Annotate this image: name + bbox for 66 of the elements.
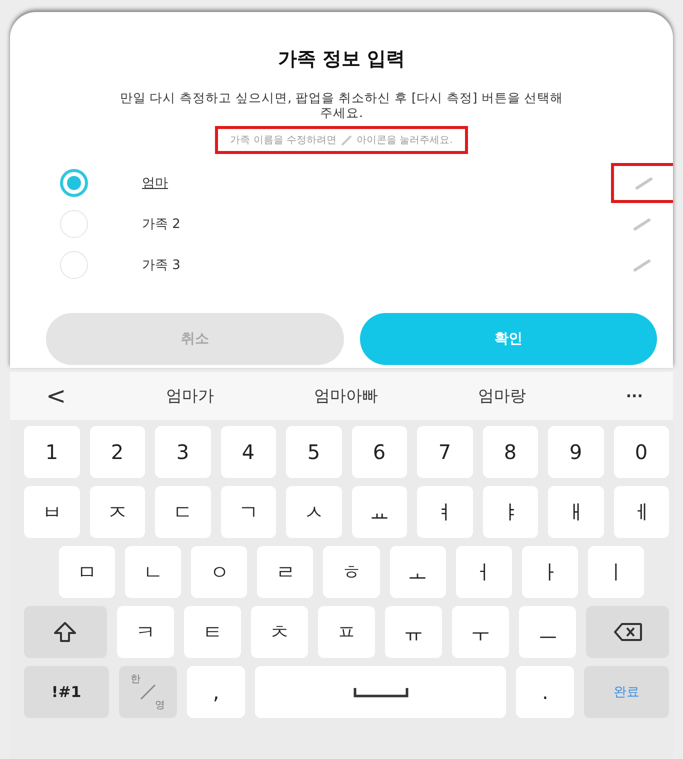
- back-button[interactable]: <: [46, 382, 66, 410]
- key[interactable]: ㅏ: [522, 546, 578, 598]
- key[interactable]: 7: [417, 426, 472, 478]
- key[interactable]: ㅡ: [519, 606, 576, 658]
- pencil-icon: [633, 216, 651, 230]
- space-icon: [352, 686, 409, 698]
- key[interactable]: ㅛ: [352, 486, 407, 538]
- key[interactable]: ㅐ: [548, 486, 604, 538]
- key[interactable]: ㅅ: [286, 486, 342, 538]
- key[interactable]: ,: [186, 666, 246, 718]
- key[interactable]: 0: [614, 426, 669, 478]
- more-button[interactable]: ···: [626, 387, 643, 405]
- pencil-icon: [340, 134, 352, 146]
- key-label: 한: [130, 673, 141, 686]
- key[interactable]: ㅗ: [390, 546, 446, 598]
- member-name: 엄마: [142, 174, 169, 192]
- key[interactable]: .: [516, 666, 574, 718]
- key[interactable]: ㄷ: [155, 486, 210, 538]
- key[interactable]: 3: [155, 426, 210, 478]
- dialog-message: 만일 다시 측정하고 싶으시면, 팝업을 취소하신 후 [다시 측정] 버튼을 선택해 주세요.: [119, 90, 564, 120]
- space-key[interactable]: [255, 666, 506, 718]
- key[interactable]: ㄹ: [257, 546, 314, 598]
- pencil-icon: [633, 258, 651, 272]
- key[interactable]: ㅜ: [452, 606, 510, 658]
- key[interactable]: 1: [24, 426, 80, 478]
- radio-button[interactable]: [60, 168, 88, 196]
- key[interactable]: 9: [548, 426, 604, 478]
- symbol-key[interactable]: !#1: [24, 666, 109, 718]
- hint-text: 아이콘을 눌러주세요.: [356, 134, 453, 147]
- hint-text: 가족 이름을 수정하려면: [230, 134, 336, 147]
- pencil-icon: [634, 176, 652, 190]
- key[interactable]: 4: [220, 426, 276, 478]
- key[interactable]: ㅣ: [588, 546, 644, 598]
- member-name: 가족 2: [142, 216, 182, 232]
- key[interactable]: ㅇ: [191, 546, 248, 598]
- key[interactable]: ㅈ: [90, 486, 145, 538]
- backspace-key[interactable]: [586, 606, 670, 658]
- dialog-title: 가족 정보 입력: [276, 47, 406, 72]
- key[interactable]: ㅊ: [250, 606, 308, 658]
- slash-icon: [138, 683, 157, 701]
- suggestion[interactable]: 엄마랑: [478, 386, 526, 406]
- key[interactable]: ㅌ: [184, 606, 241, 658]
- key[interactable]: 6: [352, 426, 407, 478]
- suggestion[interactable]: 엄마아빠: [314, 386, 378, 406]
- shift-key[interactable]: [24, 606, 107, 658]
- key[interactable]: ㅕ: [417, 486, 472, 538]
- key[interactable]: ㄱ: [220, 486, 276, 538]
- key[interactable]: ㅎ: [323, 546, 380, 598]
- key-label: 영: [154, 699, 165, 712]
- key[interactable]: ㅑ: [482, 486, 538, 538]
- key[interactable]: ㄴ: [125, 546, 182, 598]
- key[interactable]: ㅓ: [456, 546, 512, 598]
- key[interactable]: 8: [482, 426, 538, 478]
- edit-button[interactable]: [611, 162, 673, 202]
- key[interactable]: ㅂ: [24, 486, 80, 538]
- member-name: 가족 3: [142, 256, 182, 274]
- suggestion[interactable]: 엄마가: [166, 386, 214, 406]
- key[interactable]: ㅋ: [116, 606, 174, 658]
- key[interactable]: 2: [90, 426, 145, 478]
- key[interactable]: ㅔ: [614, 486, 669, 538]
- shift-icon: [53, 621, 78, 643]
- key[interactable]: ㅁ: [59, 546, 116, 598]
- key[interactable]: ㅠ: [385, 606, 442, 658]
- backspace-icon: [612, 622, 643, 642]
- key[interactable]: 5: [286, 426, 342, 478]
- key[interactable]: ㅍ: [318, 606, 376, 658]
